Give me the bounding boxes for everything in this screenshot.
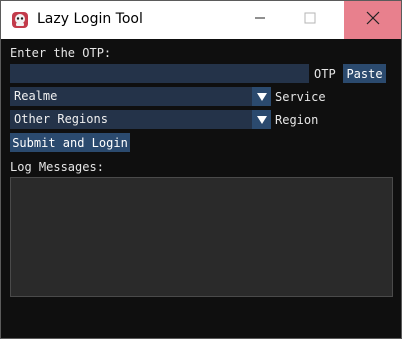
otp-label: OTP <box>314 67 336 81</box>
submit-login-button[interactable]: Submit and Login <box>10 133 130 152</box>
otp-prompt-label: Enter the OTP: <box>10 46 112 60</box>
app-icon <box>11 11 29 29</box>
chevron-down-icon <box>256 90 267 104</box>
title-bar[interactable]: Lazy Login Tool <box>1 1 401 39</box>
window-title: Lazy Login Tool <box>37 11 143 27</box>
close-button[interactable] <box>344 1 401 39</box>
main-panel: Enter the OTP: OTP Paste Realme Service … <box>1 39 401 338</box>
region-label: Region <box>275 113 319 127</box>
log-messages-area[interactable] <box>10 177 393 297</box>
otp-input[interactable] <box>10 64 309 83</box>
region-dropdown-button[interactable] <box>252 110 271 129</box>
service-label: Service <box>275 90 326 104</box>
service-dropdown-button[interactable] <box>252 87 271 106</box>
maximize-button[interactable] <box>287 1 333 39</box>
service-selected-value: Realme <box>14 89 58 103</box>
region-selected-value: Other Regions <box>14 112 108 126</box>
chevron-down-icon <box>256 113 267 127</box>
close-icon <box>366 11 380 29</box>
minimize-icon <box>254 12 266 28</box>
minimize-button[interactable] <box>237 1 283 39</box>
region-select[interactable]: Other Regions <box>10 110 260 129</box>
paste-button[interactable]: Paste <box>343 64 386 83</box>
log-messages-label: Log Messages: <box>10 160 104 174</box>
service-select[interactable]: Realme <box>10 87 260 106</box>
maximize-icon <box>304 12 316 28</box>
app-window: Lazy Login Tool Enter the OTP: OTP Paste… <box>0 0 402 339</box>
